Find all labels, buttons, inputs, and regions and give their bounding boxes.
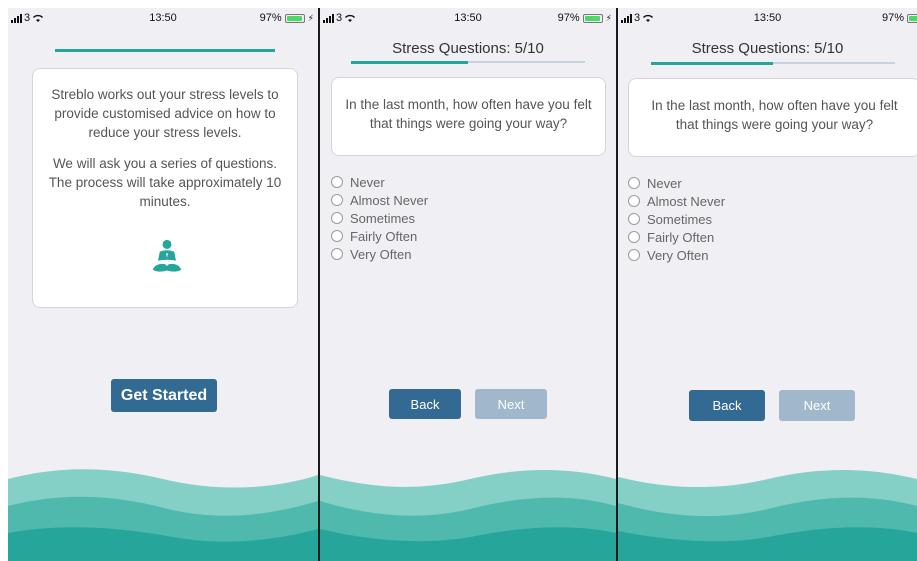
option-label: Fairly Often: [647, 229, 715, 245]
option-never[interactable]: Never: [331, 173, 428, 191]
charging-icon: ⚡: [605, 12, 612, 23]
radio-button[interactable]: [628, 195, 640, 207]
battery-label: 97%: [259, 12, 282, 24]
option-fairly-often[interactable]: Fairly Often: [331, 227, 428, 245]
next-button[interactable]: Next: [779, 390, 855, 421]
progress-bar: [55, 48, 275, 52]
option-label: Sometimes: [647, 211, 713, 227]
option-label: Never: [647, 175, 682, 191]
radio-button[interactable]: [628, 213, 640, 225]
option-sometimes[interactable]: Sometimes: [628, 210, 725, 228]
option-almost-never[interactable]: Almost Never: [628, 192, 725, 210]
radio-button[interactable]: [331, 230, 343, 242]
battery-icon: [907, 13, 917, 23]
intro-text: Streblo works out your stress levels to …: [51, 87, 279, 140]
radio-button[interactable]: [628, 249, 640, 261]
battery-label: 97%: [557, 12, 580, 24]
detail-text: We will ask you a series of questions. T…: [48, 156, 282, 209]
radio-button[interactable]: [331, 212, 343, 224]
status-bar: 3 13:50 97% ⚡: [320, 8, 616, 28]
question-text: In the last month, how often have you fe…: [651, 98, 898, 132]
intro-card: Streblo works out your stress levels to …: [32, 68, 298, 308]
radio-button[interactable]: [628, 231, 640, 243]
progress-bar: [351, 60, 585, 64]
progress-fill: [351, 60, 468, 64]
progress-fill: [651, 61, 773, 65]
wave-decoration: [618, 470, 917, 561]
option-label: Sometimes: [350, 210, 416, 226]
radio-button[interactable]: [331, 194, 343, 206]
progress-bar: [651, 61, 895, 65]
get-started-button[interactable]: Get Started: [111, 379, 217, 412]
wave-decoration: [320, 470, 616, 561]
option-very-often[interactable]: Very Often: [331, 245, 428, 263]
question-card: In the last month, how often have you fe…: [331, 77, 606, 156]
status-bar: 3 13:50 97%: [618, 8, 917, 28]
wave-decoration: [8, 469, 318, 561]
option-label: Fairly Often: [350, 228, 418, 244]
page-title: Stress Questions: 5/10: [392, 40, 544, 57]
option-very-often[interactable]: Very Often: [628, 246, 725, 264]
next-button[interactable]: Next: [475, 389, 547, 419]
option-label: Almost Never: [647, 193, 726, 209]
charging-icon: ⚡: [307, 12, 314, 23]
question-screen: 3 13:50 97% ⚡ Stress Questions: 5/10 In t…: [320, 8, 616, 561]
option-sometimes[interactable]: Sometimes: [331, 209, 428, 227]
progress-fill: [55, 48, 275, 52]
option-label: Almost Never: [350, 192, 429, 208]
intro-screen: 3 13:50 97% ⚡ Streblo works out your stre…: [8, 8, 318, 561]
question-card: In the last month, how often have you fe…: [628, 78, 917, 157]
radio-button[interactable]: [331, 248, 343, 260]
question-text: In the last month, how often have you fe…: [345, 97, 592, 131]
answer-options: Never Almost Never Sometimes Fairly Ofte…: [331, 173, 428, 263]
radio-button[interactable]: [628, 177, 640, 189]
battery-label: 97%: [881, 12, 904, 24]
option-fairly-often[interactable]: Fairly Often: [628, 228, 725, 246]
option-label: Very Often: [350, 246, 412, 262]
meditation-icon: [152, 239, 182, 272]
page-title: Stress Questions: 5/10: [691, 40, 844, 57]
status-bar: 3 13:50 97% ⚡: [8, 8, 318, 28]
back-button[interactable]: Back: [689, 390, 765, 421]
back-button[interactable]: Back: [389, 389, 461, 419]
option-never[interactable]: Never: [628, 174, 725, 192]
battery-icon: [582, 13, 603, 23]
question-screen: 3 13:50 97% Stress Questions: 5/10 In th…: [618, 8, 917, 561]
battery-icon: [284, 13, 305, 23]
option-label: Very Often: [647, 247, 709, 263]
option-label: Never: [350, 174, 385, 190]
radio-button[interactable]: [331, 176, 343, 188]
option-almost-never[interactable]: Almost Never: [331, 191, 428, 209]
status-time: 13:50: [753, 12, 782, 24]
answer-options: Never Almost Never Sometimes Fairly Ofte…: [628, 174, 725, 264]
